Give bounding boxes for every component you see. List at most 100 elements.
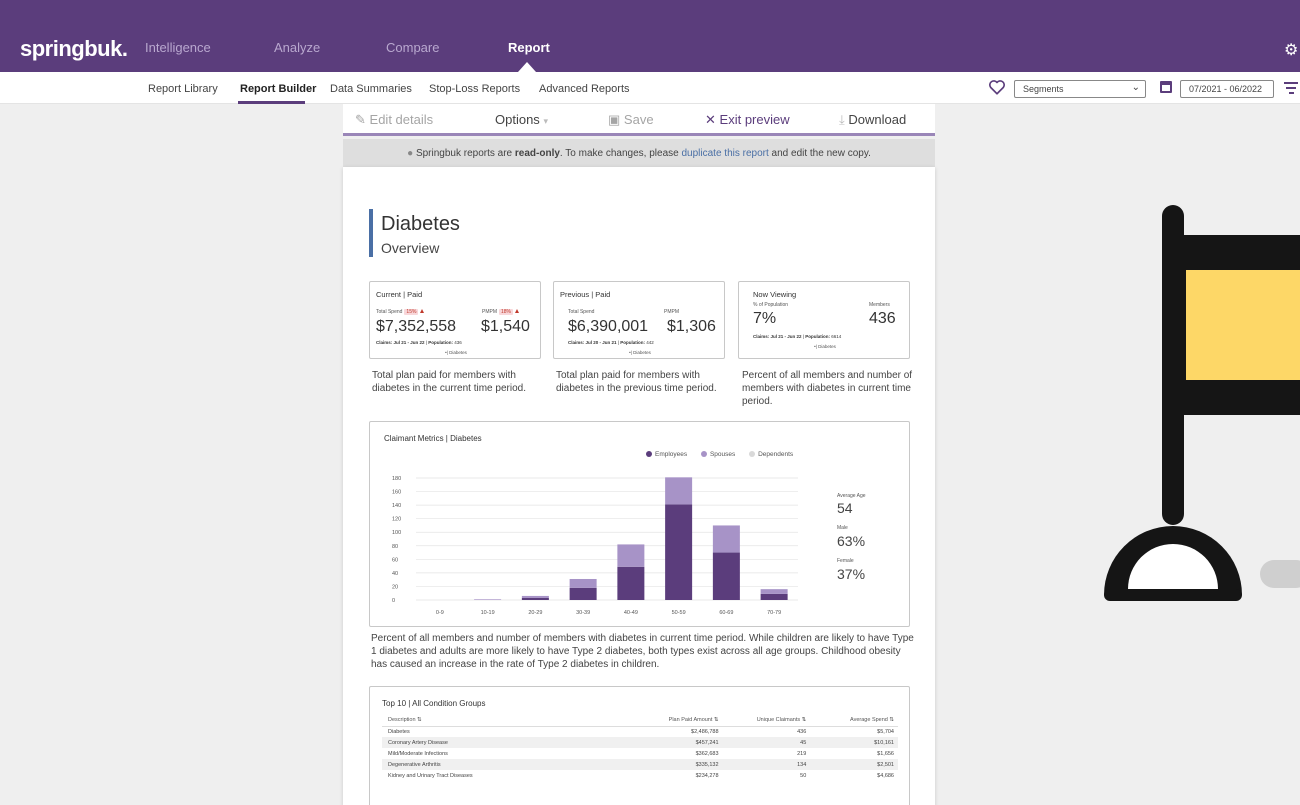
cell-unique-claimants: 45 — [722, 737, 811, 748]
y-tick-label: 0 — [392, 598, 395, 604]
report-subtitle: Overview — [381, 240, 440, 256]
card-description: Total plan paid for members with diabete… — [556, 370, 717, 394]
bar-segment — [712, 552, 740, 600]
cell-description: Degenerative Arthritis — [382, 759, 630, 770]
date-range-field[interactable]: 07/2021 - 06/2022 — [1180, 80, 1274, 98]
age-distribution-chart: 0 20 40 60 80 100 120 140 160 180 0-9 10-19 20-29 30-… — [392, 476, 798, 616]
total-spend-label: Total Spend — [568, 309, 595, 315]
condition-tag: •| Diabetes — [629, 350, 651, 355]
report-title: Diabetes — [381, 213, 460, 235]
trend-up-icon — [515, 309, 520, 313]
cell-average-spend: $2,501 — [810, 759, 898, 770]
calendar-icon[interactable] — [1160, 81, 1172, 93]
heart-icon[interactable] — [988, 78, 1006, 96]
y-tick-label: 60 — [392, 557, 398, 563]
col-average-spend[interactable]: Average Spend ⇅ — [810, 715, 898, 727]
tab-advanced-reports[interactable]: Advanced Reports — [539, 83, 630, 95]
population-percent-value: 7% — [753, 310, 777, 327]
bar-segment — [665, 504, 693, 600]
claimant-metrics-panel: Claimant Metrics | Diabetes Employees Sp… — [369, 421, 910, 627]
options-button[interactable]: Options ▾ — [495, 112, 548, 127]
pmpm-label: PMPM 18% — [482, 309, 520, 315]
edit-details-label: Edit details — [369, 112, 434, 127]
tab-report-library[interactable]: Report Library — [148, 83, 218, 95]
card-footer: Claims: Jul 20 - Jun 21 | Population: 44… — [568, 340, 654, 345]
top-conditions-panel: Top 10 | All Condition Groups Descriptio… — [369, 686, 910, 805]
nav-report[interactable]: Report — [508, 40, 550, 55]
female-label: Female — [837, 558, 854, 564]
info-icon: ● — [407, 148, 414, 159]
download-button[interactable]: ⤓ Download — [839, 112, 906, 128]
cell-plan-paid: $362,683 — [695, 750, 719, 757]
x-tick-label: 30-39 — [576, 610, 590, 616]
card-footer: Claims: Jul 21 - Jun 22 | Population: 43… — [376, 340, 462, 345]
chevron-down-icon: ▾ — [543, 116, 548, 126]
average-age-value: 54 — [837, 500, 853, 516]
nav-intelligence[interactable]: Intelligence — [145, 40, 211, 55]
current-paid-card: Current | Paid Total Spend 15% PMPM 18% $7… — [369, 281, 541, 359]
nav-analyze[interactable]: Analyze — [274, 40, 320, 55]
options-label: Options — [495, 112, 540, 127]
col-unique-claimants[interactable]: Unique Claimants ⇅ — [722, 715, 811, 727]
bar-segment — [617, 544, 645, 567]
table-row: Degenerative Arthritis $335,132 134 $2,5… — [382, 759, 898, 770]
condition-tag: •| Diabetes — [445, 350, 467, 355]
edit-details-button[interactable]: ✎ Edit details — [355, 112, 433, 128]
top-bar: springbuk. Intelligence Analyze Compare … — [0, 0, 1300, 72]
cell-average-spend: $4,686 — [877, 772, 894, 779]
gear-icon[interactable]: ⚙ — [1284, 40, 1298, 60]
segments-select[interactable]: Segments ⌄ — [1014, 80, 1146, 98]
female-value: 37% — [837, 566, 866, 582]
notice-bold: read-only — [514, 148, 560, 159]
cell-average-spend: $10,161 — [810, 737, 898, 748]
bar-segment — [521, 595, 549, 598]
bar-segment — [474, 599, 502, 600]
bar-segment — [569, 587, 597, 600]
top-conditions-table: Description ⇅ Plan Paid Amount ⇅ Unique … — [382, 715, 898, 781]
app-logo[interactable]: springbuk. — [20, 36, 128, 62]
pmpm-value: $1,540 — [481, 318, 530, 335]
notice-text-2: . To make changes, please — [559, 148, 682, 159]
card-description: Percent of all members and number of mem… — [742, 370, 913, 407]
nav-compare[interactable]: Compare — [386, 40, 439, 55]
notice-text-3: and edit the new copy. — [768, 148, 871, 159]
y-tick-label: 120 — [392, 517, 401, 523]
flag-illustration — [1104, 205, 1300, 601]
x-tick-label: 40-49 — [624, 610, 638, 616]
save-button[interactable]: ▣ Save — [608, 112, 654, 128]
table-header-row: Description ⇅ Plan Paid Amount ⇅ Unique … — [382, 715, 898, 727]
now-viewing-card: Now Viewing % of Population Members 7% 4… — [738, 281, 910, 359]
table-row: Diabetes $2,486,788 436 $5,704 — [382, 726, 898, 737]
y-tick-label: 80 — [392, 544, 398, 550]
chart-description: Percent of all members and number of mem… — [371, 633, 914, 670]
table-row: Coronary Artery Disease $457,241 45 $10,… — [382, 737, 898, 748]
change-badge: 15% — [404, 309, 419, 315]
y-tick-label: 180 — [392, 476, 401, 482]
col-description[interactable]: Description ⇅ — [382, 715, 630, 727]
card-footer: Claims: Jul 21 - Jun 22 | Population: 66… — [753, 334, 842, 339]
change-badge: 18% — [499, 309, 514, 315]
report-toolbar: ✎ Edit details Options ▾ ▣ Save ✕ Exit p… — [343, 104, 935, 136]
tab-stop-loss-reports[interactable]: Stop-Loss Reports — [429, 83, 520, 95]
y-tick-label: 20 — [392, 584, 398, 590]
male-label: Male — [837, 525, 848, 531]
bar-segment — [760, 593, 788, 600]
cell-plan-paid: $457,241 — [629, 737, 723, 748]
filter-icon[interactable] — [1284, 82, 1298, 94]
card-description: Total plan paid for members with diabete… — [372, 370, 526, 394]
members-label: Members — [869, 302, 890, 308]
cell-description: Coronary Artery Disease — [382, 737, 630, 748]
cell-average-spend: $1,656 — [877, 750, 894, 757]
exit-preview-button[interactable]: ✕ Exit preview — [705, 112, 790, 128]
pmpm-value: $1,306 — [667, 318, 716, 335]
cell-unique-claimants: 134 — [722, 759, 811, 770]
x-tick-label: 50-59 — [672, 610, 686, 616]
bar-segment — [521, 597, 549, 600]
trend-up-icon — [420, 309, 425, 313]
total-spend-value: $7,352,558 — [376, 318, 457, 335]
duplicate-report-link[interactable]: duplicate this report — [681, 148, 768, 159]
tab-report-builder[interactable]: Report Builder — [240, 83, 316, 95]
tab-data-summaries[interactable]: Data Summaries — [330, 83, 412, 95]
col-plan-paid[interactable]: Plan Paid Amount ⇅ — [629, 715, 723, 727]
previous-paid-card: Previous | Paid Total Spend PMPM $6,390,… — [553, 281, 725, 359]
